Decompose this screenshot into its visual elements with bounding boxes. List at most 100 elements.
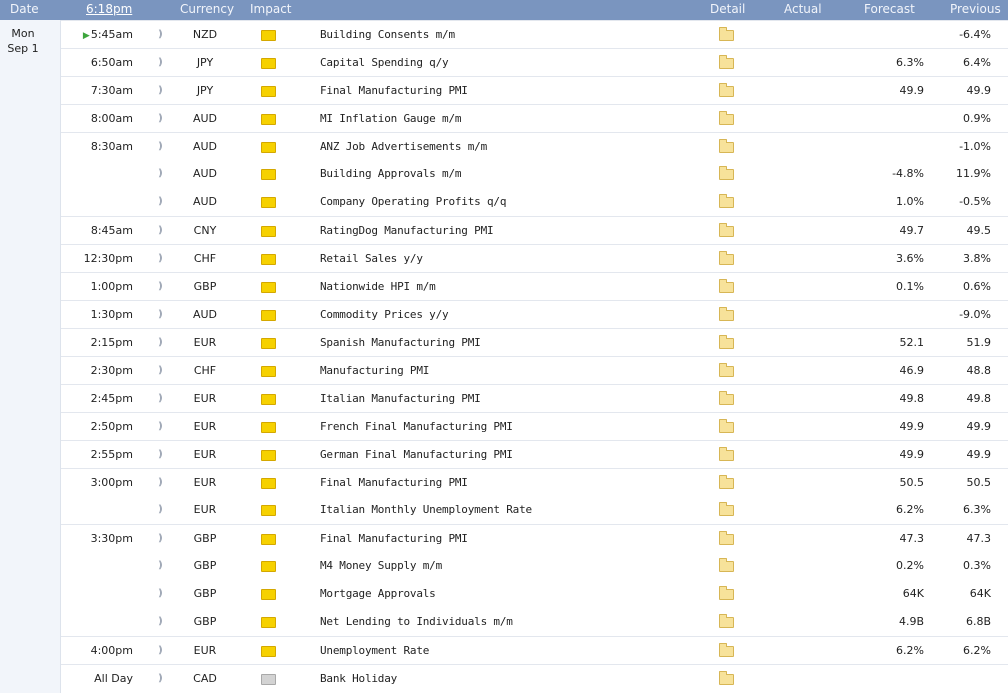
detail-folder-icon[interactable] <box>719 335 734 349</box>
sound-icon[interactable]: )) <box>158 83 168 98</box>
event-title[interactable]: Capital Spending q/y <box>320 55 449 70</box>
detail-folder-icon[interactable] <box>719 419 734 433</box>
detail-folder-icon[interactable] <box>719 27 734 41</box>
sound-icon[interactable]: )) <box>158 614 168 629</box>
event-title[interactable]: Spanish Manufacturing PMI <box>320 335 481 350</box>
event-title[interactable]: French Final Manufacturing PMI <box>320 419 513 434</box>
sound-icon[interactable]: )) <box>158 558 168 573</box>
event-title[interactable]: Final Manufacturing PMI <box>320 475 468 490</box>
detail-folder-icon[interactable] <box>719 391 734 405</box>
detail-folder-icon[interactable] <box>719 251 734 265</box>
sound-icon[interactable]: )) <box>158 307 168 322</box>
table-row[interactable]: )) GBP Mortgage Approvals 64K 64K <box>61 580 1008 608</box>
header-time-link[interactable]: 6:18pm <box>86 2 132 16</box>
detail-folder-icon[interactable] <box>719 166 734 180</box>
detail-folder-icon[interactable] <box>719 502 734 516</box>
detail-folder-icon[interactable] <box>719 307 734 321</box>
folder-icon <box>719 111 734 125</box>
detail-folder-icon[interactable] <box>719 586 734 600</box>
table-row[interactable]: 8:30am)) AUD ANZ Job Advertisements m/m -1.… <box>61 132 1008 161</box>
table-row[interactable]: 2:50pm)) EUR French Final Manufacturing PM… <box>61 412 1008 441</box>
sound-icon[interactable]: )) <box>158 27 168 42</box>
sound-icon[interactable]: )) <box>158 643 168 658</box>
detail-folder-icon[interactable] <box>719 531 734 545</box>
sound-icon[interactable]: )) <box>158 279 168 294</box>
event-title[interactable]: German Final Manufacturing PMI <box>320 447 513 462</box>
event-title[interactable]: Final Manufacturing PMI <box>320 531 468 546</box>
detail-folder-icon[interactable] <box>719 139 734 153</box>
event-currency: GBP <box>193 280 217 293</box>
event-title[interactable]: Building Approvals m/m <box>320 166 461 181</box>
sound-icon[interactable]: )) <box>158 55 168 70</box>
sound-icon[interactable]: )) <box>158 586 168 601</box>
event-time-label: All Day <box>94 672 133 685</box>
sound-icon[interactable]: )) <box>158 111 168 126</box>
event-title[interactable]: Nationwide HPI m/m <box>320 279 436 294</box>
event-title[interactable]: ANZ Job Advertisements m/m <box>320 139 487 154</box>
event-title[interactable]: MI Inflation Gauge m/m <box>320 111 461 126</box>
table-row[interactable]: 8:00am)) AUD MI Inflation Gauge m/m 0.9% <box>61 104 1008 133</box>
table-row[interactable]: 2:55pm)) EUR German Final Manufacturing PM… <box>61 440 1008 469</box>
table-row[interactable]: ▶5:45am)) NZD Building Consents m/m -6.4% <box>61 20 1008 49</box>
sound-icon[interactable]: )) <box>158 531 168 546</box>
sound-icon[interactable]: )) <box>158 671 168 686</box>
event-title[interactable]: M4 Money Supply m/m <box>320 558 442 573</box>
sound-icon[interactable]: )) <box>158 251 168 266</box>
event-title[interactable]: Unemployment Rate <box>320 643 429 658</box>
table-row[interactable]: 2:30pm)) CHF Manufacturing PMI 46.9 48.8 <box>61 356 1008 385</box>
detail-folder-icon[interactable] <box>719 614 734 628</box>
sound-icon[interactable]: )) <box>158 391 168 406</box>
detail-folder-icon[interactable] <box>719 55 734 69</box>
table-row[interactable]: )) AUD Building Approvals m/m -4.8% 11.9% <box>61 160 1008 188</box>
table-row[interactable]: 4:00pm)) EUR Unemployment Rate 6.2% 6.2% <box>61 636 1008 665</box>
event-title[interactable]: Company Operating Profits q/q <box>320 194 506 209</box>
sound-icon[interactable]: )) <box>158 166 168 181</box>
table-row[interactable]: 2:45pm)) EUR Italian Manufacturing PMI 49.8… <box>61 384 1008 413</box>
detail-folder-icon[interactable] <box>719 111 734 125</box>
sound-icon[interactable]: )) <box>158 447 168 462</box>
sound-icon[interactable]: )) <box>158 335 168 350</box>
sound-icon[interactable]: )) <box>158 419 168 434</box>
sound-icon[interactable]: )) <box>158 475 168 490</box>
table-row[interactable]: 12:30pm)) CHF Retail Sales y/y 3.6% 3.8% <box>61 244 1008 273</box>
detail-folder-icon[interactable] <box>719 643 734 657</box>
detail-folder-icon[interactable] <box>719 558 734 572</box>
table-row[interactable]: 3:30pm)) GBP Final Manufacturing PMI 47.3 47… <box>61 524 1008 553</box>
event-title[interactable]: Mortgage Approvals <box>320 586 436 601</box>
event-title[interactable]: RatingDog Manufacturing PMI <box>320 223 494 238</box>
table-row[interactable]: 1:30pm)) AUD Commodity Prices y/y -9.0% <box>61 300 1008 329</box>
sound-icon[interactable]: )) <box>158 194 168 209</box>
event-title[interactable]: Bank Holiday <box>320 671 397 686</box>
event-title[interactable]: Building Consents m/m <box>320 27 455 42</box>
detail-folder-icon[interactable] <box>719 475 734 489</box>
table-row[interactable]: 1:00pm)) GBP Nationwide HPI m/m 0.1% 0.6% <box>61 272 1008 301</box>
sound-icon[interactable]: )) <box>158 363 168 378</box>
detail-folder-icon[interactable] <box>719 447 734 461</box>
table-row[interactable]: 2:15pm)) EUR Spanish Manufacturing PMI 52.1… <box>61 328 1008 357</box>
event-title[interactable]: Final Manufacturing PMI <box>320 83 468 98</box>
table-row[interactable]: 7:30am)) JPY Final Manufacturing PMI 49.9 49… <box>61 76 1008 105</box>
table-row[interactable]: All Day)) CAD Bank Holiday <box>61 664 1008 693</box>
event-title[interactable]: Net Lending to Individuals m/m <box>320 614 513 629</box>
table-row[interactable]: )) GBP M4 Money Supply m/m 0.2% 0.3% <box>61 552 1008 580</box>
sound-icon[interactable]: )) <box>158 223 168 238</box>
event-title[interactable]: Italian Monthly Unemployment Rate <box>320 502 532 517</box>
detail-folder-icon[interactable] <box>719 671 734 685</box>
table-row[interactable]: 8:45am)) CNY RatingDog Manufacturing PMI 49… <box>61 216 1008 245</box>
sound-icon[interactable]: )) <box>158 139 168 154</box>
event-title[interactable]: Retail Sales y/y <box>320 251 423 266</box>
event-title[interactable]: Commodity Prices y/y <box>320 307 449 322</box>
table-row[interactable]: )) EUR Italian Monthly Unemployment Rate 6.… <box>61 496 1008 524</box>
detail-folder-icon[interactable] <box>719 194 734 208</box>
table-row[interactable]: )) GBP Net Lending to Individuals m/m 4.9B 6… <box>61 608 1008 636</box>
table-row[interactable]: 6:50am)) JPY Capital Spending q/y 6.3% 6.4% <box>61 48 1008 77</box>
detail-folder-icon[interactable] <box>719 279 734 293</box>
sound-icon[interactable]: )) <box>158 502 168 517</box>
table-row[interactable]: )) AUD Company Operating Profits q/q 1.0% -0… <box>61 188 1008 216</box>
detail-folder-icon[interactable] <box>719 363 734 377</box>
event-title[interactable]: Italian Manufacturing PMI <box>320 391 481 406</box>
event-title[interactable]: Manufacturing PMI <box>320 363 429 378</box>
table-row[interactable]: 3:00pm)) EUR Final Manufacturing PMI 50.5 50… <box>61 468 1008 497</box>
detail-folder-icon[interactable] <box>719 83 734 97</box>
detail-folder-icon[interactable] <box>719 223 734 237</box>
